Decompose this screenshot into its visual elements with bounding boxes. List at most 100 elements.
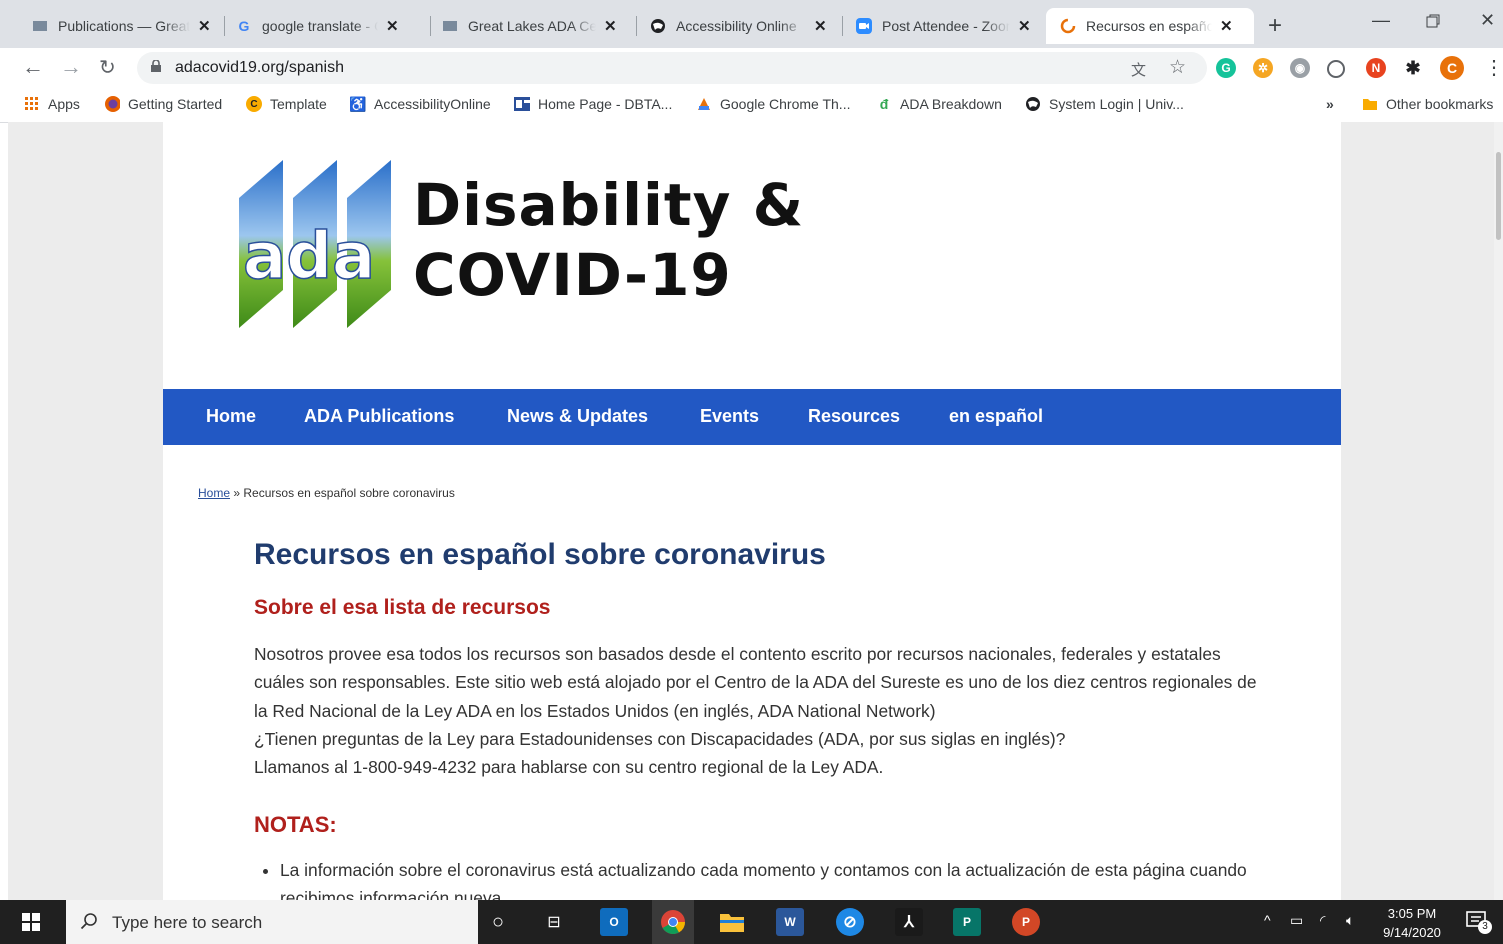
close-window-button[interactable]: ✕ <box>1480 10 1495 31</box>
taskbar-clock[interactable]: 3:05 PM 9/14/2020 <box>1374 904 1450 942</box>
bookmark-getting-started[interactable]: Getting Started <box>104 96 222 112</box>
folder-icon <box>1362 96 1378 112</box>
breadcrumb-home-link[interactable]: Home <box>198 486 230 500</box>
breadcrumb-current: Recursos en español sobre coronavirus <box>243 486 455 500</box>
nav-en-espanol[interactable]: en español <box>949 406 1043 427</box>
ada-breakdown-icon: đ <box>879 96 889 112</box>
close-icon[interactable]: ✕ <box>1220 17 1233 35</box>
scroll-thumb[interactable] <box>1496 152 1501 240</box>
bookmark-accessibility-online[interactable]: ♿ AccessibilityOnline <box>349 95 490 113</box>
bookmark-chrome-themes[interactable]: Google Chrome Th... <box>696 96 850 112</box>
n-extension-icon[interactable]: N <box>1366 58 1386 78</box>
tab-title: Great Lakes ADA Center <box>468 18 596 34</box>
lock-icon <box>151 60 161 72</box>
word-icon[interactable]: W <box>776 908 804 936</box>
url-text: adacovid19.org/spanish <box>175 59 345 76</box>
close-icon[interactable]: ✕ <box>1018 17 1031 35</box>
search-icon <box>80 913 97 930</box>
close-icon[interactable]: ✕ <box>604 17 617 35</box>
tab-google-translate[interactable]: G google translate - Google ✕ <box>222 8 431 44</box>
acrobat-icon[interactable]: ⅄ <box>895 908 923 936</box>
zoom-icon <box>856 18 872 34</box>
forward-arrow-icon[interactable]: → <box>60 54 82 80</box>
puzzle-icon[interactable]: ✱ <box>1403 58 1423 78</box>
section-heading: Sobre el esa lista de recursos <box>254 596 551 619</box>
page-scrollbar[interactable] <box>1494 122 1503 900</box>
notes-heading: NOTAS: <box>254 812 337 837</box>
page-viewport: ada Disability & COVID-19 Home ADA Publi… <box>8 122 1494 900</box>
translate-icon[interactable]: 文 <box>1131 59 1146 80</box>
more-bookmarks-button[interactable]: » <box>1326 96 1334 112</box>
wifi-icon[interactable]: ◜ <box>1320 912 1325 929</box>
notes-list: La información sobre el coronavirus está… <box>254 856 1290 900</box>
tab-publications[interactable]: Publications — Great Lakes ✕ <box>10 8 225 44</box>
gear-extension-icon[interactable]: ✲ <box>1253 58 1273 78</box>
bookmark-dbta[interactable]: Home Page - DBTA... <box>514 96 672 112</box>
nav-resources[interactable]: Resources <box>808 406 900 427</box>
tab-title: Accessibility Online <box>676 18 797 34</box>
network-icon[interactable]: ▭ <box>1290 912 1303 929</box>
loading-icon <box>1060 18 1076 34</box>
extension-icon[interactable]: ◉ <box>1290 58 1310 78</box>
chrome-taskbar-icon[interactable] <box>652 900 694 944</box>
site-container: ada Disability & COVID-19 Home ADA Publi… <box>163 122 1341 900</box>
tab-recursos-active[interactable]: Recursos en español sobre ✕ <box>1046 8 1254 44</box>
bookmark-ada-breakdown[interactable]: đ ADA Breakdown <box>876 96 1002 112</box>
back-arrow-icon[interactable]: ← <box>22 54 44 80</box>
close-icon[interactable]: ✕ <box>198 17 211 35</box>
main-nav: Home ADA Publications News & Updates Eve… <box>163 389 1341 445</box>
new-tab-button[interactable]: + <box>1268 12 1282 40</box>
publisher-icon[interactable]: P <box>953 908 981 936</box>
address-bar[interactable]: adacovid19.org/spanish 文 ☆ <box>137 52 1207 84</box>
ada-logo-icon: ada <box>239 160 391 328</box>
tab-great-lakes-ada[interactable]: Great Lakes ADA Center ✕ <box>428 8 637 44</box>
nav-ada-publications[interactable]: ADA Publications <box>304 406 454 427</box>
close-icon[interactable]: ✕ <box>386 17 399 35</box>
other-bookmarks-folder[interactable]: Other bookmarks <box>1362 96 1493 112</box>
grammarly-icon[interactable]: G <box>1216 58 1236 78</box>
notification-center-icon[interactable]: 3 <box>1466 910 1492 934</box>
profile-avatar[interactable]: C <box>1440 56 1464 80</box>
logo-text: ada <box>243 220 375 294</box>
nav-news-updates[interactable]: News & Updates <box>507 406 648 427</box>
star-icon[interactable]: ☆ <box>1169 56 1186 79</box>
apps-grid-icon <box>24 96 40 112</box>
file-explorer-icon[interactable] <box>718 908 746 936</box>
bookmark-template[interactable]: C Template <box>246 96 327 112</box>
minimize-button[interactable]: — <box>1372 10 1390 31</box>
globe-icon <box>650 18 666 34</box>
outlook-icon[interactable]: O <box>600 908 628 936</box>
windows-start-button[interactable] <box>0 900 62 944</box>
tab-zoom[interactable]: Post Attendee - Zoom ✕ <box>840 8 1046 44</box>
cortana-icon[interactable]: ○ <box>484 908 512 936</box>
taskbar-search-box[interactable]: Type here to search <box>66 900 478 944</box>
reload-icon[interactable]: ↻ <box>99 55 116 80</box>
nav-events[interactable]: Events <box>700 406 759 427</box>
accessibility-icon: ♿ <box>349 95 367 112</box>
tab-accessibility-online[interactable]: Accessibility Online ✕ <box>634 8 843 44</box>
restore-button[interactable] <box>1426 12 1440 33</box>
site-title: Disability & COVID-19 <box>413 171 805 309</box>
bookmark-system-login[interactable]: System Login | Univ... <box>1025 96 1184 112</box>
search-placeholder: Type here to search <box>112 913 263 932</box>
app-compass-icon[interactable]: ⊘ <box>836 908 864 936</box>
chrome-store-icon <box>696 96 712 112</box>
template-icon: C <box>246 96 262 112</box>
browser-toolbar: ← → ↻ adacovid19.org/spanish 文 ☆ G ✲ ◉ N… <box>0 48 1503 88</box>
nav-home[interactable]: Home <box>206 406 256 427</box>
menu-dots-icon[interactable]: ⋮ <box>1484 55 1503 80</box>
circle-extension-icon[interactable] <box>1327 60 1345 78</box>
powerpoint-icon[interactable]: P <box>1012 908 1040 936</box>
bookmarks-bar: Apps Getting Started C Template ♿ Access… <box>0 88 1503 123</box>
tab-title: Publications — Great Lakes <box>58 18 190 34</box>
close-icon[interactable]: ✕ <box>814 17 827 35</box>
tab-title: Post Attendee - Zoom <box>882 18 1010 34</box>
volume-icon[interactable]: 🔈︎ <box>1346 912 1354 929</box>
list-item: La información sobre el coronavirus está… <box>280 856 1290 900</box>
bookmark-apps[interactable]: Apps <box>24 96 80 112</box>
globe-icon <box>1025 96 1041 112</box>
task-view-icon[interactable]: ⊟ <box>540 908 568 936</box>
intro-paragraph: Nosotros provee esa todos los recursos s… <box>254 644 1257 778</box>
google-icon: G <box>238 18 250 34</box>
chevron-up-icon[interactable]: ^ <box>1264 912 1271 928</box>
